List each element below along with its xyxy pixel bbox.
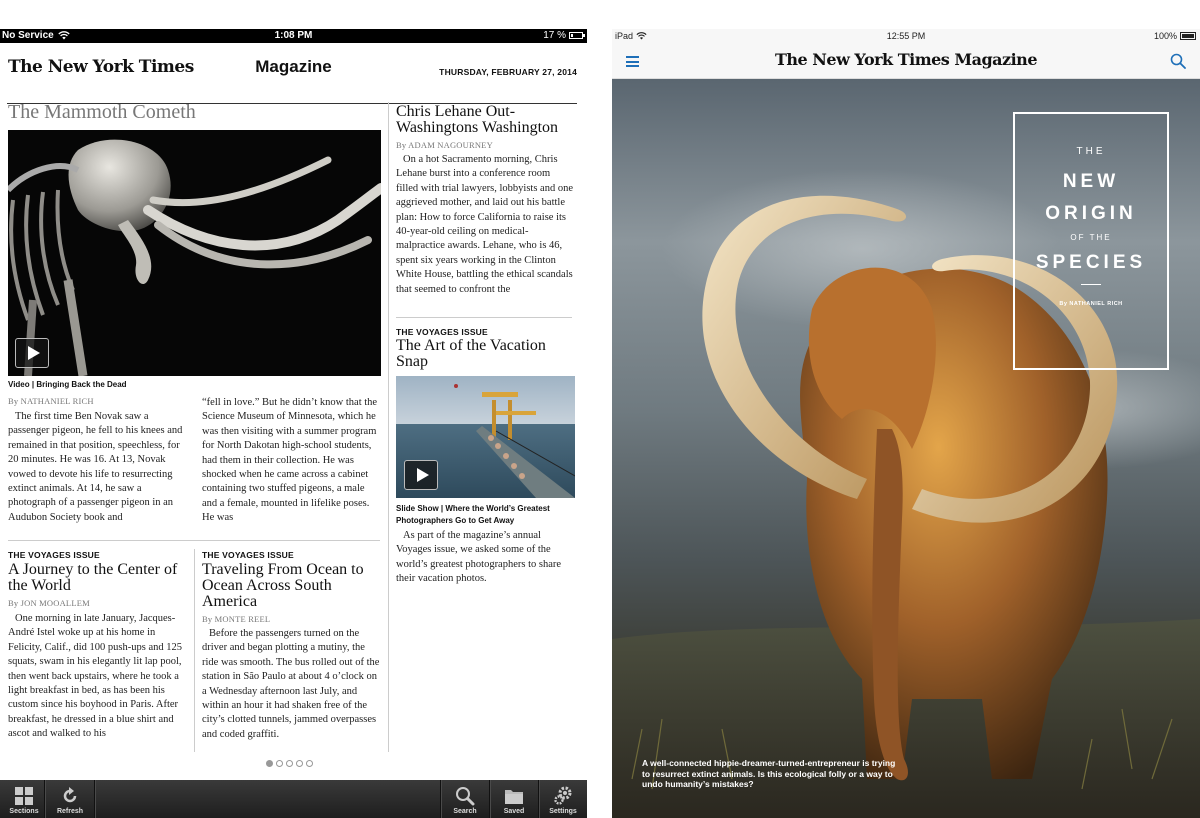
nyt-logo[interactable]: The New York Times — [8, 57, 194, 77]
journey-headline[interactable]: A Journey to the Center of the World — [8, 562, 188, 594]
status-bar: No Service 1:08 PM 17 % — [0, 29, 587, 43]
edition-date: THURSDAY, FEBRUARY 27, 2014 — [439, 67, 577, 77]
cover-title-line3: ORIGIN — [1045, 203, 1137, 224]
cover-caption: A well-connected hippie-dreamer-turned-e… — [642, 758, 896, 789]
search-button[interactable]: Search — [441, 780, 489, 818]
page-indicator[interactable] — [266, 760, 313, 767]
nyt-app-screen: No Service 1:08 PM 17 % The New York Tim… — [0, 29, 587, 818]
ocean-kicker: THE VOYAGES ISSUE — [202, 550, 294, 560]
journey-byline: By JON MOOALLEM — [8, 598, 90, 608]
nyt-magazine-app-screen: iPad 12:55 PM 100% The New York Times Ma… — [612, 29, 1200, 818]
vacation-caption[interactable]: Slide Show | Where the World’s Greatest … — [396, 503, 574, 527]
lehane-headline[interactable]: Chris Lehane Out-Washingtons Washington — [396, 104, 574, 136]
lehane-body[interactable]: On a hot Sacramento morning, Chris Lehan… — [396, 153, 574, 299]
cover-title-box: THE NEW ORIGIN OF THE SPECIES By NATHANI… — [1013, 112, 1169, 370]
vacation-body[interactable]: As part of the magazine’s annual Voyages… — [396, 529, 574, 587]
lead-body-col2[interactable]: “fell in love.” But he didn’t know that … — [202, 396, 379, 526]
toolbar-separator — [44, 780, 45, 818]
column-divider — [388, 102, 389, 752]
section-title: Magazine — [255, 57, 332, 76]
battery-percent: 17 % — [543, 30, 566, 41]
lehane-byline: By ADAM NAGOURNEY — [396, 140, 493, 150]
vacation-headline[interactable]: The Art of the Vacation Snap — [396, 338, 574, 370]
magazine-cover[interactable]: THE NEW ORIGIN OF THE SPECIES By NATHANI… — [612, 79, 1200, 818]
ocean-body[interactable]: Before the passengers turned on the driv… — [202, 627, 380, 743]
journey-kicker: THE VOYAGES ISSUE — [8, 550, 100, 560]
saved-label: Saved — [503, 808, 525, 815]
folder-icon — [504, 786, 524, 806]
settings-button[interactable]: Settings — [539, 780, 587, 818]
play-slideshow-button[interactable] — [404, 460, 438, 490]
clock: 1:08 PM — [274, 30, 313, 41]
lead-headline[interactable]: The Mammoth Cometh — [8, 101, 196, 124]
clock: 12:55 PM — [886, 31, 926, 41]
refresh-button[interactable]: Refresh — [46, 780, 94, 818]
app-header: The New York Times Magazine THURSDAY, FE… — [0, 43, 587, 104]
status-bar: iPad 12:55 PM 100% — [612, 29, 1200, 44]
refresh-icon — [60, 786, 80, 806]
page-dot[interactable] — [286, 760, 293, 767]
play-icon — [27, 346, 40, 360]
toolbar-separator — [94, 780, 95, 818]
battery-percent: 100% — [1153, 31, 1177, 41]
column-divider — [194, 549, 195, 752]
page-dot[interactable] — [296, 760, 303, 767]
lead-body-col1[interactable]: The first time Ben Novak saw a passenger… — [8, 410, 188, 526]
cover-title-line1: THE — [1076, 146, 1106, 157]
search-icon — [455, 786, 475, 806]
page-dot[interactable] — [276, 760, 283, 767]
page-dot[interactable] — [266, 760, 273, 767]
ocean-headline[interactable]: Traveling From Ocean to Ocean Across Sou… — [202, 562, 380, 610]
magazine-logo: The New York Times Magazine — [774, 50, 1038, 69]
lead-photo-caption[interactable]: Video | Bringing Back the Dead — [8, 380, 127, 389]
saved-button[interactable]: Saved — [490, 780, 538, 818]
row-divider — [396, 317, 572, 318]
ocean-byline: By MONTE REEL — [202, 614, 271, 624]
vacation-kicker: THE VOYAGES ISSUE — [396, 327, 488, 337]
mammoth-skeleton-photo[interactable] — [8, 130, 381, 376]
app-header: The New York Times Magazine — [612, 44, 1200, 79]
sections-label: Sections — [9, 808, 39, 815]
cover-title-line2: NEW — [1062, 171, 1120, 192]
refresh-label: Refresh — [56, 808, 84, 815]
journey-body[interactable]: One morning in late January, Jacques-And… — [8, 612, 188, 742]
row-divider — [8, 540, 380, 541]
grid-icon — [14, 786, 34, 806]
bottom-toolbar: Sections Refresh Search Saved Settings — [0, 780, 587, 818]
lead-byline: By NATHANIEL RICH — [8, 396, 94, 406]
cover-title-rule — [1081, 284, 1101, 285]
cover-title-line4: OF THE — [1070, 233, 1112, 242]
mammoth-skeleton-illustration — [8, 130, 381, 376]
cover-byline: By NATHANIEL RICH — [1059, 301, 1123, 307]
gear-icon — [553, 786, 573, 806]
search-icon[interactable] — [1170, 53, 1186, 69]
play-video-button[interactable] — [15, 338, 49, 368]
sections-button[interactable]: Sections — [0, 780, 48, 818]
cover-title-line5: SPECIES — [1035, 252, 1147, 273]
menu-icon[interactable] — [626, 56, 639, 67]
settings-label: Settings — [549, 808, 577, 815]
search-label: Search — [453, 808, 477, 815]
vacation-photo[interactable] — [396, 376, 575, 498]
battery-icon — [569, 32, 585, 39]
page-dot[interactable] — [306, 760, 313, 767]
battery-icon — [1180, 32, 1196, 40]
play-icon — [416, 468, 429, 482]
